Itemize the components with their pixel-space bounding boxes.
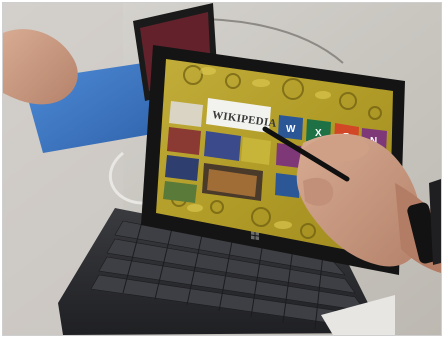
photo-scene: W X P N	[3, 3, 441, 335]
tile-photo-1	[169, 101, 203, 127]
tile-photo-3	[165, 155, 199, 181]
word-icon: W	[286, 124, 296, 135]
tile-arrows	[204, 131, 241, 161]
tile-outlook	[275, 173, 300, 198]
thumb	[303, 177, 334, 206]
tile-store	[241, 137, 271, 165]
tile-photo-2	[167, 127, 201, 155]
photo-frame: W X P N WIKIPEDIA	[2, 2, 442, 336]
